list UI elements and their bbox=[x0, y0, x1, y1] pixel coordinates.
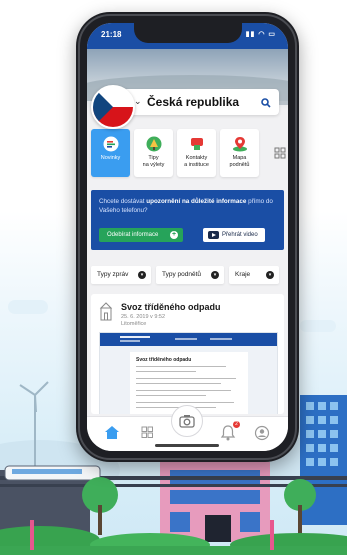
tile-tipy-na-vylety[interactable]: Tipy na výlety bbox=[134, 129, 173, 177]
czech-flag-icon[interactable] bbox=[91, 85, 135, 129]
home-indicator bbox=[155, 444, 219, 447]
play-video-button[interactable]: Přehrát video bbox=[203, 228, 265, 242]
tile-mapa-podnetu[interactable]: Mapa podnětů bbox=[220, 129, 259, 177]
region-selector[interactable]: ⌄ Česká republika bbox=[123, 89, 279, 115]
filter-typy-podnetu[interactable]: Typy podnětů ▾ bbox=[156, 266, 224, 284]
notification-badge: 2 bbox=[233, 421, 240, 428]
tile-label: Kontakty a instituce bbox=[184, 155, 209, 168]
notification-banner: Chcete dostávat upozornění na důležité i… bbox=[91, 190, 284, 250]
preview-logo-line bbox=[120, 340, 140, 342]
chevron-down-icon: ▾ bbox=[266, 271, 274, 279]
tile-novinky[interactable]: Novinky bbox=[91, 129, 130, 177]
preview-text-line bbox=[136, 378, 236, 380]
tab-notifications[interactable]: 2 bbox=[213, 421, 243, 444]
preview-text-line bbox=[136, 390, 231, 392]
preview-logo-line bbox=[120, 336, 150, 338]
news-date: 25. 6. 2019 v 9:52 bbox=[121, 314, 166, 320]
news-source: Litoměřice bbox=[121, 321, 147, 327]
filter-kraje[interactable]: Kraje ▾ bbox=[229, 266, 279, 284]
phone-frame: 21:18 ▮▮ ◠ ▭ ⌄ Česká republika Novinky T… bbox=[76, 12, 299, 462]
play-video-label: Přehrát video bbox=[222, 232, 258, 238]
play-icon bbox=[208, 231, 219, 239]
news-icon bbox=[102, 136, 120, 152]
search-icon[interactable] bbox=[261, 95, 271, 113]
subscribe-button[interactable]: Odebírat informace + bbox=[99, 228, 183, 242]
tile-label: Mapa podnětů bbox=[229, 155, 250, 168]
filter-bar: Typy zpráv ▾ Typy podnětů ▾ Kraje ▾ bbox=[87, 262, 288, 284]
tab-grid[interactable] bbox=[132, 422, 162, 444]
preview-nav-line bbox=[210, 338, 232, 340]
camera-button[interactable] bbox=[171, 405, 203, 437]
news-card[interactable]: Svoz tříděného odpadu 25. 6. 2019 v 9:52… bbox=[91, 294, 284, 414]
banner-text-pre: Chcete dostávat bbox=[99, 198, 147, 205]
trip-icon bbox=[145, 136, 163, 152]
town-crest-icon bbox=[98, 302, 114, 322]
status-icons: ▮▮ ◠ ▭ bbox=[245, 31, 276, 38]
tile-label: Novinky bbox=[100, 155, 121, 161]
status-time: 21:18 bbox=[101, 30, 122, 39]
filter-typy-zprav[interactable]: Typy zpráv ▾ bbox=[91, 266, 151, 284]
map-pin-icon bbox=[231, 136, 249, 152]
preview-title: Svoz tříděného odpadu bbox=[136, 357, 192, 363]
tab-profile[interactable] bbox=[247, 422, 277, 444]
preview-text-line bbox=[136, 366, 226, 368]
news-preview-image: Svoz tříděného odpadu bbox=[99, 332, 278, 414]
preview-text-line bbox=[136, 371, 196, 373]
news-title: Svoz tříděného odpadu bbox=[121, 302, 221, 312]
category-tiles: Novinky Tipy na výlety Kontakty a instit… bbox=[91, 129, 288, 177]
phone-notch bbox=[133, 23, 242, 43]
preview-text-line bbox=[136, 383, 221, 385]
preview-text-line bbox=[136, 402, 234, 404]
filter-label: Typy podnětů bbox=[162, 271, 202, 278]
filter-label: Kraje bbox=[235, 271, 251, 278]
banner-text: Chcete dostávat upozornění na důležité i… bbox=[99, 198, 277, 215]
background-scene: 21:18 ▮▮ ◠ ▭ ⌄ Česká republika Novinky T… bbox=[0, 0, 347, 555]
preview-text-line bbox=[136, 395, 206, 397]
tab-home[interactable] bbox=[97, 422, 127, 444]
preview-nav-line bbox=[175, 338, 197, 340]
grid-menu-icon[interactable] bbox=[274, 146, 288, 160]
filter-label: Typy zpráv bbox=[97, 271, 129, 278]
tile-kontakty[interactable]: Kontakty a instituce bbox=[177, 129, 216, 177]
phone-contact-icon bbox=[188, 136, 206, 152]
chevron-down-icon: ▾ bbox=[211, 271, 219, 279]
region-label: Česká republika bbox=[147, 95, 240, 109]
subscribe-label: Odebírat informace bbox=[107, 232, 159, 238]
plus-icon: + bbox=[170, 231, 178, 239]
chevron-down-icon: ⌄ bbox=[134, 96, 142, 106]
app-screen: 21:18 ▮▮ ◠ ▭ ⌄ Česká republika Novinky T… bbox=[87, 23, 288, 451]
preview-header bbox=[100, 333, 277, 346]
chevron-down-icon: ▾ bbox=[138, 271, 146, 279]
banner-text-bold: upozornění na důležité informace bbox=[146, 198, 247, 205]
tile-label: Tipy na výlety bbox=[142, 155, 165, 168]
bottom-tab-bar: 2 bbox=[87, 405, 288, 451]
